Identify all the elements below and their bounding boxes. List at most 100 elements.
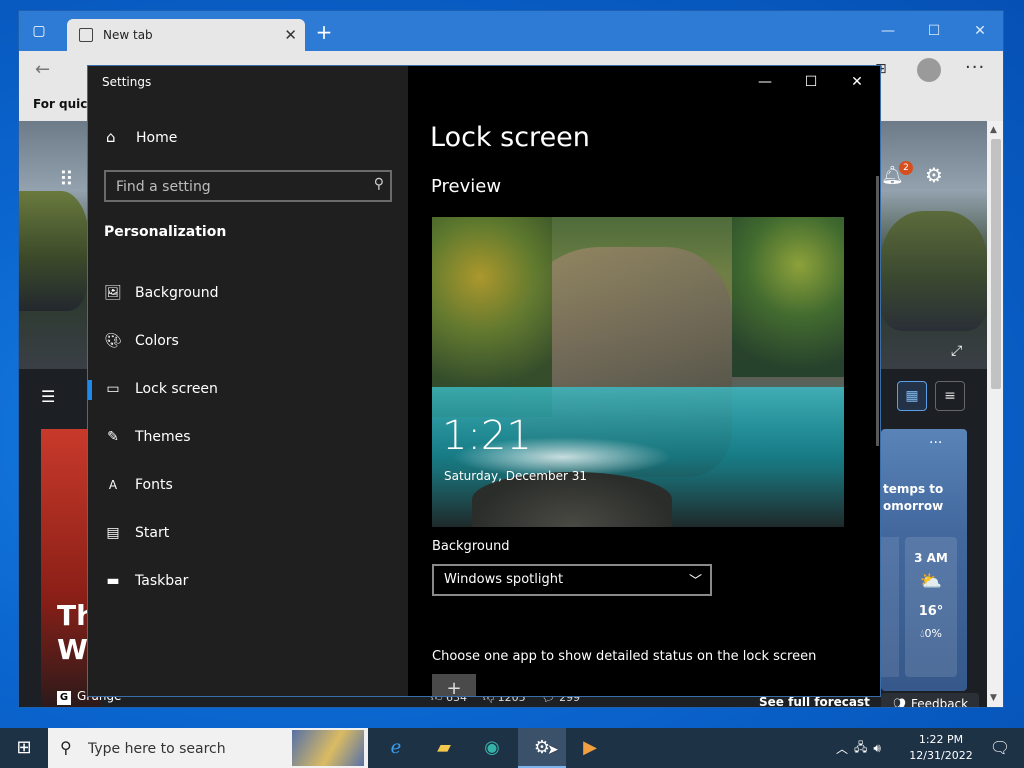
- scroll-up-icon[interactable]: ▲: [990, 125, 997, 135]
- sidebar-item-themes[interactable]: ✎ Themes: [88, 418, 408, 458]
- scroll-down-icon[interactable]: ▼: [990, 693, 997, 703]
- detailed-status-label: Choose one app to show detailed status o…: [432, 649, 817, 664]
- search-icon: ⚲: [60, 738, 72, 757]
- preview-trees-right: [732, 217, 844, 377]
- taskbar-search[interactable]: ⚲: [48, 728, 368, 768]
- weather-hour-time: 3 AM: [914, 551, 948, 565]
- profile-avatar[interactable]: [917, 58, 941, 82]
- detailed-status-app-button[interactable]: +: [432, 674, 476, 696]
- chevron-down-icon: ﹀: [688, 574, 702, 589]
- sidebar-item-fonts[interactable]: A Fonts: [88, 466, 408, 506]
- source-logo-icon: G: [57, 691, 71, 705]
- weather-more-icon[interactable]: ···: [929, 435, 942, 451]
- edge-scrollbar[interactable]: ▲ ▼: [987, 121, 1003, 707]
- tab-title: New tab: [103, 28, 153, 42]
- tab-new-tab[interactable]: New tab ✕: [67, 19, 305, 51]
- page-settings-gear-icon[interactable]: ⚙: [925, 163, 943, 187]
- weather-hour-precip: 💧︎0%: [920, 627, 942, 640]
- app-launcher-icon[interactable]: ⠿: [59, 167, 74, 191]
- search-icon[interactable]: ⚲: [374, 176, 384, 192]
- settings-window-title: Settings: [102, 75, 152, 89]
- weather-hour: 3 AM ⛅ 16° 💧︎0%: [905, 537, 957, 677]
- nav-home[interactable]: ⌂ Home: [88, 122, 408, 154]
- edge-browser-icon[interactable]: ◉: [468, 728, 516, 768]
- file-explorer-icon[interactable]: ▰: [420, 728, 468, 768]
- settings-scrollbar[interactable]: [876, 176, 879, 446]
- scroll-thumb[interactable]: [991, 139, 1001, 389]
- preview-heading: Preview: [431, 176, 502, 197]
- list-layout-button[interactable]: ≡: [935, 381, 965, 411]
- find-setting-search[interactable]: ⚲: [104, 170, 392, 202]
- lock-screen-icon: ▭: [106, 381, 120, 397]
- hero-landscape-left: [19, 191, 89, 311]
- settings-window-controls: — ☐ ✕: [742, 66, 880, 98]
- feedback-label: Feedback: [910, 697, 969, 708]
- windows-start-icon[interactable]: ⊞: [0, 728, 48, 768]
- clock-time: 1:22 PM: [918, 733, 964, 746]
- background-label: Background: [432, 539, 510, 554]
- find-setting-input[interactable]: [106, 172, 368, 202]
- sidebar-item-label: Taskbar: [135, 573, 189, 589]
- hamburger-menu-icon[interactable]: ☰: [41, 387, 55, 406]
- show-hidden-icons-icon[interactable]: ︿: [836, 740, 848, 757]
- palette-icon: 🎨︎: [104, 333, 122, 349]
- volume-icon[interactable]: 🔊︎: [873, 741, 881, 756]
- clock-date: 12/31/2022: [909, 749, 973, 762]
- new-tab-button[interactable]: +: [311, 19, 337, 45]
- settings-content: Lock screen Preview 1:21 Saturday, Decem…: [408, 66, 880, 696]
- sidebar-item-lock-screen[interactable]: ▭ Lock screen: [88, 370, 408, 410]
- system-tray: ︿ 🖧︎ 🔊︎: [836, 728, 881, 768]
- taskbar-search-input[interactable]: [86, 736, 290, 762]
- settings-close-icon[interactable]: ✕: [834, 66, 880, 98]
- lock-screen-time: 1:21: [442, 413, 532, 459]
- background-dropdown-value: Windows spotlight: [444, 572, 564, 587]
- sidebar-item-colors[interactable]: 🎨︎ Colors: [88, 322, 408, 362]
- edge-tab-bar: ▢ New tab ✕ + — ☐ ✕: [19, 11, 1003, 51]
- weather-hour-temp: 16°: [918, 604, 944, 619]
- nav-home-label: Home: [136, 130, 178, 146]
- action-center-icon[interactable]: 🗨︎: [980, 728, 1020, 768]
- more-options-icon[interactable]: ···: [965, 57, 985, 78]
- partly-cloudy-icon: ⛅: [919, 571, 943, 592]
- edge-window-controls: — ☐ ✕: [865, 11, 1003, 51]
- precip-value: 0%: [924, 627, 942, 640]
- new-tab-favicon-icon: [79, 28, 93, 42]
- expand-image-icon[interactable]: ⤢: [951, 343, 962, 359]
- tab-actions-icon[interactable]: ▢: [25, 19, 53, 43]
- settings-minimize-icon[interactable]: —: [742, 66, 788, 98]
- notification-count-badge: 2: [899, 161, 913, 175]
- weather-hour-previous: [881, 537, 899, 677]
- tab-close-icon[interactable]: ✕: [284, 19, 297, 51]
- mouse-cursor-icon: ➤: [547, 742, 559, 758]
- weather-note: temps to omorrow: [883, 482, 944, 513]
- taskbar-clock[interactable]: 1:22 PM 12/31/2022: [906, 732, 976, 764]
- sidebar-item-label: Themes: [135, 429, 191, 445]
- start-icon: ▤: [106, 525, 120, 541]
- grid-layout-button[interactable]: ▦: [897, 381, 927, 411]
- taskbar-icon: ▬: [106, 573, 120, 589]
- image-icon: 🖼︎: [104, 285, 122, 301]
- back-arrow-icon[interactable]: ←: [35, 59, 50, 80]
- taskbar: ⊞ ⚲ ℯ ▰ ◉ ⚙ ▶ ︿ 🖧︎ 🔊︎ 1:22 PM 12/31/2022…: [0, 728, 1024, 768]
- edge-maximize-icon[interactable]: ☐: [911, 11, 957, 51]
- internet-explorer-icon[interactable]: ℯ: [372, 728, 420, 768]
- section-heading-personalization: Personalization: [104, 224, 227, 240]
- sidebar-item-background[interactable]: 🖼︎ Background: [88, 274, 408, 314]
- edge-minimize-icon[interactable]: —: [865, 11, 911, 51]
- settings-window: Settings ⌂ Home ⚲ Personalization 🖼︎ Bac…: [87, 65, 881, 697]
- settings-maximize-icon[interactable]: ☐: [788, 66, 834, 98]
- lock-screen-preview: 1:21 Saturday, December 31: [432, 217, 844, 527]
- sidebar-item-taskbar[interactable]: ▬ Taskbar: [88, 562, 408, 602]
- media-player-icon[interactable]: ▶: [566, 728, 614, 768]
- sidebar-item-label: Start: [135, 525, 170, 541]
- sidebar-item-start[interactable]: ▤ Start: [88, 514, 408, 554]
- weather-card[interactable]: ··· temps to omorrow 3 AM ⛅ 16° 💧︎0%: [881, 429, 967, 691]
- hero-landscape-right: [881, 211, 987, 331]
- search-highlight-image[interactable]: [292, 730, 364, 766]
- themes-icon: ✎: [107, 429, 119, 445]
- feedback-button[interactable]: 👥︎ Feedback: [881, 693, 979, 708]
- background-dropdown[interactable]: Windows spotlight ﹀: [432, 564, 712, 596]
- edge-close-icon[interactable]: ✕: [957, 11, 1003, 51]
- sidebar-item-label: Lock screen: [135, 381, 218, 397]
- network-icon[interactable]: 🖧︎: [854, 738, 867, 759]
